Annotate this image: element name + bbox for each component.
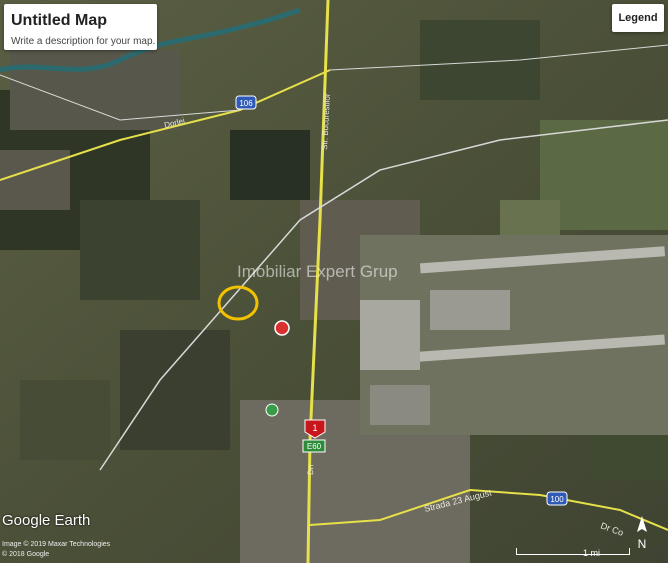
poi-green-icon[interactable] <box>265 403 279 417</box>
euro-route-shield: E60 <box>302 439 326 453</box>
map-info-panel: Untitled Map Write a description for you… <box>4 4 157 50</box>
euro-route-label: E60 <box>307 442 322 451</box>
credit-line-1: Image © 2019 Maxar Technologies <box>2 541 111 548</box>
route-label-bottom: 100 <box>550 495 564 504</box>
svg-text:N: N <box>638 537 647 551</box>
compass-north-icon[interactable]: N <box>627 514 657 554</box>
map-description[interactable]: Write a description for your map. <box>11 36 155 47</box>
watermark: Imobiliar Expert Grup <box>237 262 398 281</box>
poi-red-icon[interactable] <box>274 320 290 336</box>
scale-bar <box>516 548 630 555</box>
route-shield-bottom: 100 <box>546 491 568 506</box>
legend-button[interactable]: Legend <box>612 4 664 32</box>
road-label-south: Dn <box>306 465 315 476</box>
google-earth-logo: Google Earth <box>2 512 91 529</box>
scale-label: 1 mi <box>583 548 601 558</box>
route-label-main: 1 <box>312 423 317 433</box>
airport <box>360 235 668 435</box>
credit-line-2: © 2018 Google <box>2 551 50 558</box>
image-credits: Image © 2019 Maxar Technologies © 2018 G… <box>2 540 110 560</box>
route-shield-top: 106 <box>235 95 257 110</box>
map-title: Untitled Map <box>11 12 107 29</box>
route-label-top: 106 <box>239 99 253 108</box>
